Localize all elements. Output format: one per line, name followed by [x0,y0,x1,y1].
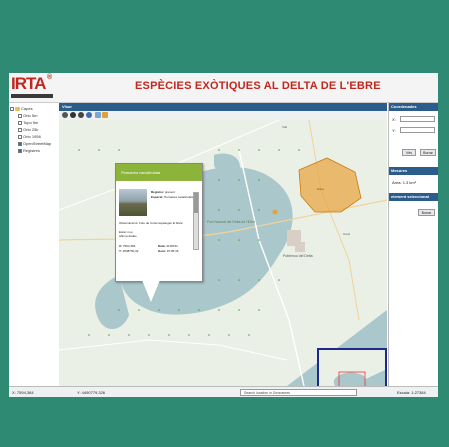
geonames-search-input[interactable]: Search location in Geonames [240,389,357,396]
especie-value: Pomacea canaliculata [164,195,194,199]
status-bar: X: 7594,384 Y: 4490779,326 Search locati… [9,386,438,397]
especie-label: Espècie: [151,195,164,199]
layer-root[interactable]: Capes [10,105,59,112]
clear-coords-button[interactable]: Borrar [420,149,436,156]
popup-hour: Hora: 15:05:46 [158,249,178,253]
zoom-in-icon[interactable] [62,112,68,118]
layer-checkbox[interactable] [18,113,22,118]
layer-label: OpenStreetMap [23,141,52,146]
page-title: ESPÈCIES EXÒTIQUES AL DELTA DE L'EBRE [135,80,381,92]
highlight-label: Zona [317,187,324,191]
area-value: 1.3 km² [402,180,417,185]
popup-registre: Registre: present [151,190,175,194]
popup-date-value: 21/08/11 [166,244,178,248]
layer-checkbox[interactable] [18,148,22,153]
expand-icon[interactable] [10,106,14,111]
go-button[interactable]: Vés [402,149,416,156]
layer-label: Registres [23,148,40,153]
popup-x-label: X: [119,244,122,248]
layer-item[interactable]: Registres [10,147,59,154]
town-label: Poblenou del Delta [283,254,313,258]
layer-item[interactable]: OpenStreetMap [10,140,59,147]
map-viewer: Visor Port Natural del Delta de l'Ebre P… [59,103,387,386]
coord-y-label: Y: [392,128,396,133]
registre-label: Registre: [151,190,165,194]
popup-hour-label: Hora: [158,249,166,253]
scroll-thumb[interactable] [194,193,198,213]
popup-y-value: 4508750,32 [122,249,139,253]
layer-label: Orto 1956 [23,134,41,139]
map-scale: Escala: 1:27384 [397,390,426,395]
coord-y-input[interactable] [400,127,435,133]
popup-date: Data: 21/08/11 [158,244,178,248]
layer-item[interactable]: Orto 5m [10,112,59,119]
popup-pointer [142,280,160,302]
popup-especie: Espècie: Pomacea canaliculata [151,195,194,199]
overview-map[interactable] [317,348,387,386]
overview-graphics [319,350,385,386]
logo-bar [11,94,53,98]
draw-icon[interactable] [102,112,108,118]
delete-button[interactable]: Borrar [418,209,435,216]
info-icon[interactable] [86,112,92,118]
layer-label: Topo 5m [23,120,39,125]
layer-item[interactable]: Topo 5m [10,119,59,126]
road-label-2: Camí [343,232,350,236]
registre-value: present [164,190,175,194]
area-label: Àrea: [392,180,402,185]
coordinates-header: Coordenades [389,103,438,111]
popup-x: X: 7594,384 [119,244,135,248]
layer-label: Orto 5m [23,113,38,118]
road-label-1: Vial [282,125,287,129]
layer-checkbox[interactable] [18,134,22,139]
header: IRTA ® ESPÈCIES EXÒTIQUES AL DELTA DE L'… [9,73,438,103]
coord-x-input[interactable] [400,116,435,122]
popup-y: Y: 4508750,32 [119,249,138,253]
layer-checkbox[interactable] [18,141,22,146]
zoom-out-icon[interactable] [78,112,84,118]
status-x: X: 7594,384 [12,390,34,395]
area-readout: Àrea: 1.3 km² [392,180,416,185]
tools-panel: Coordenades X: Y: Vés Borrar Mesures Àre… [388,103,438,386]
layers-panel: Capes Orto 5m Topo 5m Orto 25k Orto 1956… [9,103,60,386]
species-photo [119,189,147,216]
status-y: Y: 4490779,326 [77,390,106,395]
popup-y-label: Y: [119,249,122,253]
lake-label: Port Natural del Delta de l'Ebre [207,220,255,224]
logo-text: IRTA [11,74,46,93]
measures-header: Mesures [389,167,438,175]
selected-element-header: element seleccionat [389,193,438,201]
popup-date-label: Data: [158,244,166,248]
popup-observacions: Observacions: Foto de l'entomopatogen E … [119,221,183,225]
map-canvas[interactable]: Port Natural del Delta de l'Ebre Pobleno… [59,120,387,386]
logo-superscript: ® [47,74,53,81]
layer-tree: Capes Orto 5m Topo 5m Orto 25k Orto 1956… [9,103,59,154]
feature-popup: Pomacea canaliculata Registre: present E… [115,163,203,282]
app-window: IRTA ® ESPÈCIES EXÒTIQUES AL DELTA DE L'… [9,73,438,397]
pan-icon[interactable] [70,112,76,118]
layer-checkbox[interactable] [18,127,22,132]
layer-checkbox[interactable] [18,120,22,125]
viewer-title: Visor [59,103,387,111]
folder-icon [15,106,20,111]
layer-item[interactable]: Orto 25k [10,126,59,133]
irta-logo: IRTA ® [11,74,55,100]
layer-item[interactable]: Orto 1956 [10,133,59,140]
popup-x-value: 7594,384 [122,244,136,248]
popup-scrollbar[interactable] [193,192,199,250]
popup-hour-value: 15:05:46 [166,249,179,253]
layer-root-label: Capes [21,106,33,111]
coord-x-label: X: [392,117,396,122]
popup-afirmacio: Afirma dades [119,234,137,238]
popup-title: Pomacea canaliculata [116,164,202,181]
layer-label: Orto 25k [23,127,39,132]
map-graphics: Port Natural del Delta de l'Ebre Pobleno… [59,120,387,386]
measure-icon[interactable] [95,112,101,118]
